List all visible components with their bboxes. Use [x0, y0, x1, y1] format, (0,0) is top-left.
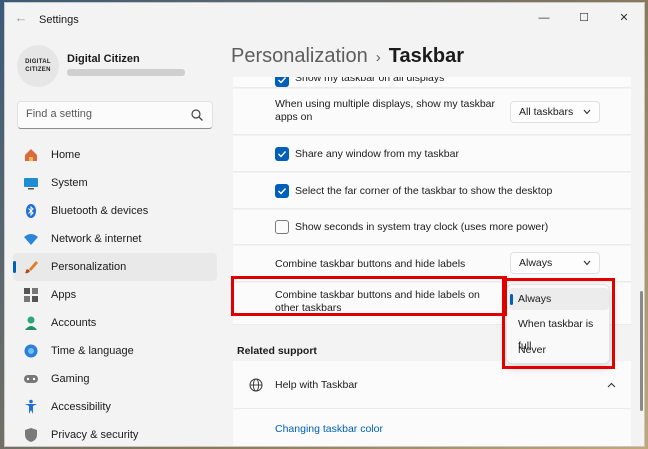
breadcrumb-parent[interactable]: Personalization	[231, 45, 368, 67]
nav-item-personalization[interactable]: Personalization	[13, 253, 217, 281]
multi-display-value: All taskbars	[519, 106, 574, 118]
apps-icon	[24, 288, 38, 302]
setting-row-all-displays[interactable]: Show my taskbar on all displays	[233, 77, 631, 88]
nav-label: Personalization	[51, 261, 127, 273]
setting-row-share-window[interactable]: Share any window from my taskbar	[233, 136, 631, 172]
system-icon	[24, 178, 38, 190]
multi-display-label: When using multiple displays, show my ta…	[275, 98, 496, 123]
breadcrumb-separator: ›	[375, 49, 381, 66]
bluetooth-icon	[26, 204, 36, 218]
maximize-button[interactable]: ☐	[564, 7, 604, 29]
setting-row-multi-display: When using multiple displays, show my ta…	[233, 89, 631, 135]
home-icon	[25, 149, 37, 161]
minimize-button[interactable]: —	[524, 7, 564, 29]
nav-label: Accessibility	[51, 401, 111, 413]
flyout-option-always[interactable]: Always	[509, 288, 609, 310]
nav-list: Home System Bluetooth & devices Network …	[13, 141, 217, 446]
all-displays-label: Show my taskbar on all displays	[295, 77, 445, 84]
flyout-option-never[interactable]: Never	[509, 339, 609, 361]
flyout-option-when-full[interactable]: When taskbar is full	[509, 313, 609, 352]
user-name: Digital Citizen	[67, 53, 140, 65]
combine-other-label: Combine taskbar buttons and hide labels …	[275, 289, 480, 314]
nav-item-gaming[interactable]: Gaming	[13, 365, 217, 393]
nav-label: Network & internet	[51, 233, 142, 245]
nav-item-system[interactable]: System	[13, 169, 217, 197]
nav-label: Apps	[51, 289, 77, 301]
nav-item-time-language[interactable]: Time & language	[13, 337, 217, 365]
nav-item-accessibility[interactable]: Accessibility	[13, 393, 217, 421]
nav-item-privacy-security[interactable]: Privacy & security	[13, 421, 217, 446]
help-title: Help with Taskbar	[275, 379, 358, 391]
setting-row-combine-buttons: Combine taskbar buttons and hide labels …	[233, 246, 631, 282]
combine-other-flyout: Always When taskbar is full Never	[506, 284, 610, 364]
accessibility-icon	[25, 399, 37, 414]
setting-row-far-corner[interactable]: Select the far corner of the taskbar to …	[233, 173, 631, 209]
chevron-down-icon	[583, 260, 591, 266]
changing-taskbar-color-link[interactable]: Changing taskbar color	[275, 423, 383, 435]
combine-buttons-label: Combine taskbar buttons and hide labels	[275, 258, 466, 270]
chevron-up-icon[interactable]	[607, 382, 616, 388]
nav-label: Accounts	[51, 317, 97, 329]
far-corner-checkbox[interactable]	[275, 184, 289, 198]
accounts-icon	[25, 316, 37, 330]
nav-label: Privacy & security	[51, 429, 139, 441]
help-with-taskbar-row[interactable]: Help with Taskbar	[233, 361, 631, 409]
title-bar: ← Settings — ☐ ✕	[5, 3, 644, 33]
nav-item-home[interactable]: Home	[13, 141, 217, 169]
nav-item-bluetooth[interactable]: Bluetooth & devices	[13, 197, 217, 225]
related-support-heading: Related support	[237, 345, 317, 357]
wifi-icon	[24, 234, 38, 245]
content-area: Personalization › Taskbar Show my taskbar …	[223, 33, 644, 446]
sidebar: DIGITAL CITIZEN Digital Citizen ••••••••…	[5, 33, 223, 446]
search-input[interactable]	[26, 108, 186, 120]
combine-buttons-dropdown[interactable]: Always	[510, 252, 600, 274]
brush-icon	[25, 261, 38, 274]
page-title: Taskbar	[388, 45, 464, 67]
show-seconds-checkbox[interactable]	[275, 220, 289, 234]
share-window-label: Share any window from my taskbar	[295, 148, 459, 160]
close-button[interactable]: ✕	[604, 7, 644, 29]
nav-label: Bluetooth & devices	[51, 205, 149, 217]
setting-row-show-seconds[interactable]: Show seconds in system tray clock (uses …	[233, 210, 631, 245]
shield-icon	[25, 428, 37, 442]
show-seconds-label: Show seconds in system tray clock (uses …	[295, 221, 549, 233]
user-email-redacted: •••••••••••••••••	[67, 69, 185, 76]
search-icon[interactable]	[190, 108, 204, 122]
app-title: Settings	[39, 14, 79, 26]
avatar[interactable]: DIGITAL CITIZEN	[17, 45, 59, 87]
all-displays-checkbox[interactable]	[275, 77, 289, 87]
multi-display-dropdown[interactable]: All taskbars	[510, 101, 600, 123]
chevron-down-icon	[583, 109, 591, 115]
breadcrumb: Personalization › Taskbar	[231, 45, 464, 68]
nav-label: Gaming	[51, 373, 90, 385]
nav-item-apps[interactable]: Apps	[13, 281, 217, 309]
share-window-checkbox[interactable]	[275, 147, 289, 161]
scrollbar-thumb[interactable]	[640, 291, 643, 411]
back-arrow-icon[interactable]: ←	[13, 11, 29, 25]
combine-buttons-value: Always	[519, 257, 553, 269]
far-corner-label: Select the far corner of the taskbar to …	[295, 185, 553, 197]
nav-item-network[interactable]: Network & internet	[13, 225, 217, 253]
support-link-row: Changing taskbar color	[233, 409, 631, 446]
globe-clock-icon	[24, 344, 38, 358]
search-box[interactable]	[17, 101, 213, 129]
nav-label: Home	[51, 149, 81, 161]
settings-window: ← Settings — ☐ ✕ DIGITAL CITIZEN Digital…	[4, 2, 645, 447]
gamepad-icon	[24, 375, 38, 383]
globe-icon	[249, 378, 263, 392]
nav-item-accounts[interactable]: Accounts	[13, 309, 217, 337]
nav-label: System	[51, 177, 88, 189]
nav-label: Time & language	[51, 345, 134, 357]
